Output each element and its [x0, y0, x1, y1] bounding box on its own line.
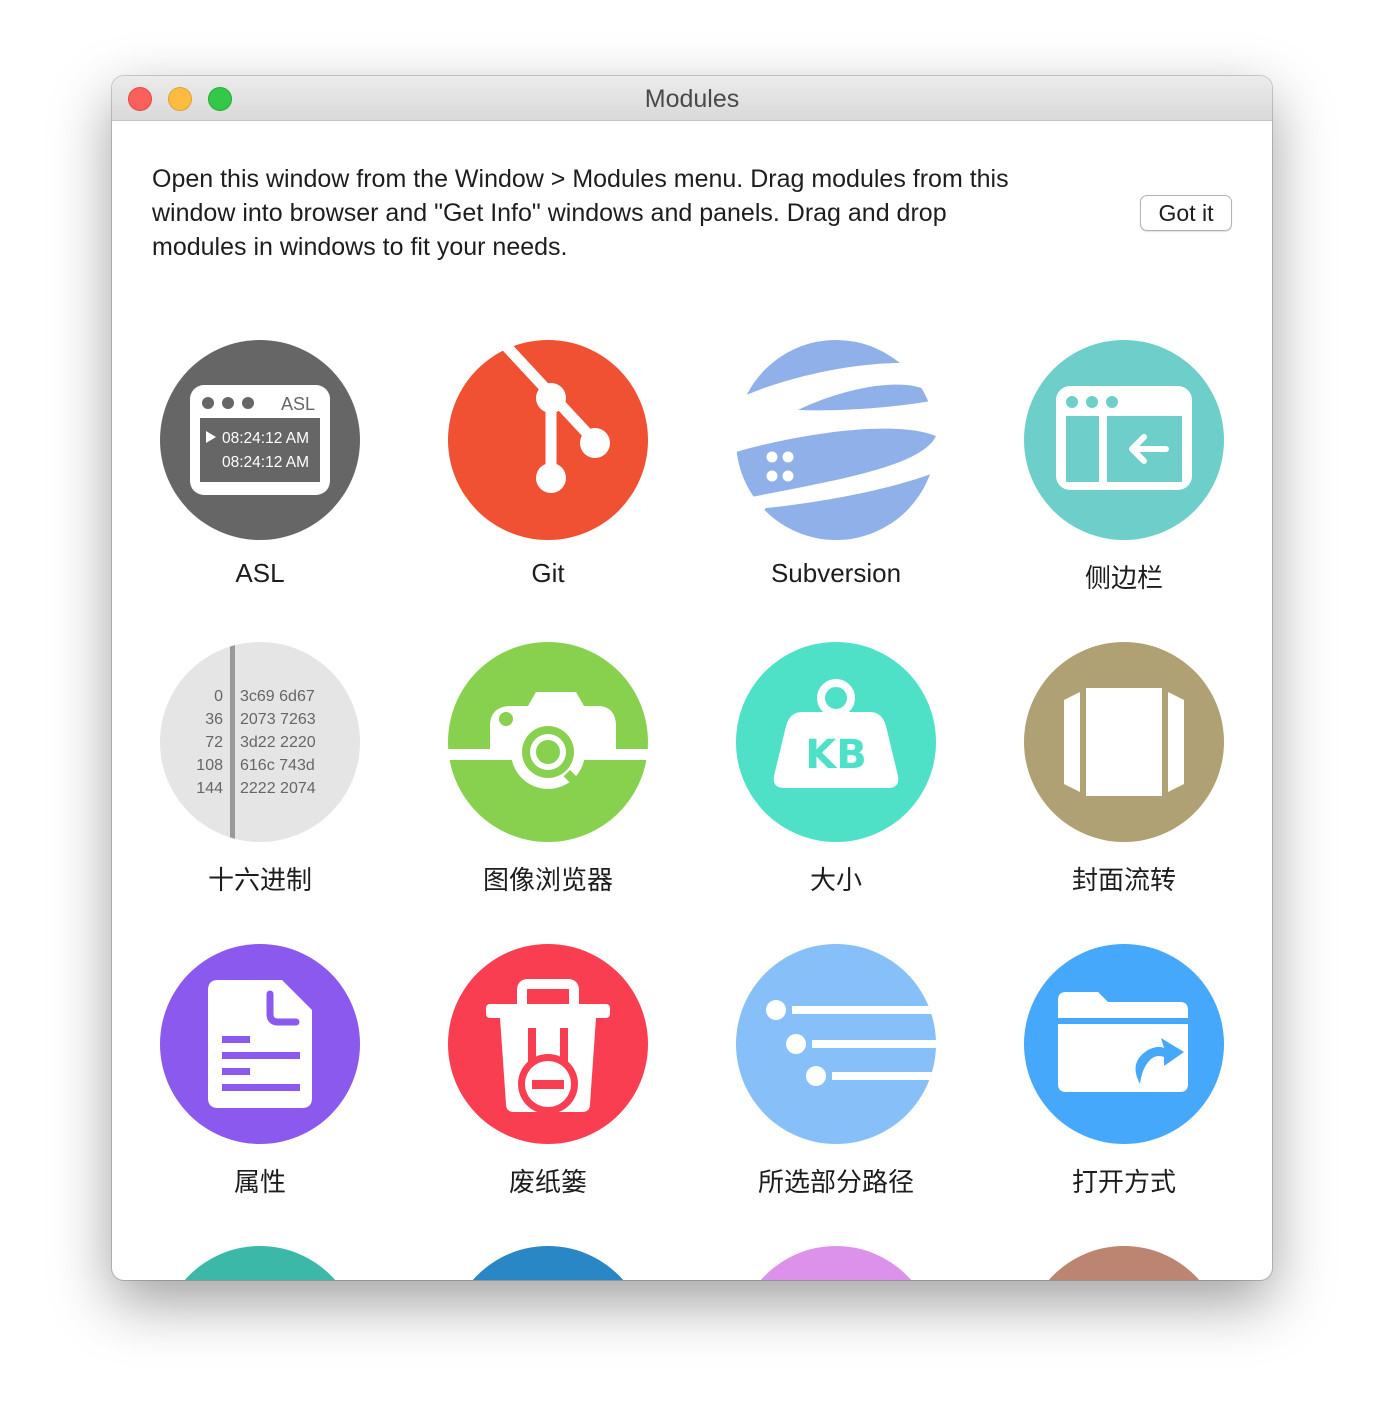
hex-bytes: 3c69 6d67: [240, 688, 315, 705]
module-label: 大小: [809, 865, 862, 895]
module-sidebar[interactable]: 侧边栏: [1014, 340, 1234, 600]
module-partial[interactable]: [1024, 1246, 1224, 1280]
modules-window: Modules Open this window from the Window…: [112, 76, 1272, 1280]
document-icon: [160, 944, 360, 1144]
module-label: 图像浏览器: [482, 865, 613, 895]
module-label: 封面流转: [1071, 865, 1176, 895]
module-size[interactable]: KB 大小: [726, 642, 946, 902]
module-cover-flow[interactable]: 封面流转: [1014, 642, 1234, 902]
coverflow-icon: [1024, 642, 1224, 842]
asl-icon: ASL 08:24:12 AM 08:24:12 AM: [160, 340, 360, 540]
asl-time: 08:24:12 AM: [222, 454, 309, 471]
hex-offset: 108: [196, 757, 223, 774]
module-partial[interactable]: [160, 1246, 360, 1280]
folder-open-icon: [1024, 944, 1224, 1144]
path-list-icon: [736, 944, 936, 1144]
hex-bytes: 2073 7263: [240, 711, 316, 728]
subversion-icon: [736, 340, 936, 540]
git-icon: [448, 340, 648, 540]
module-label: Git: [531, 558, 565, 588]
intro-line: window into browser and "Get Info" windo…: [152, 199, 947, 227]
module-path[interactable]: 所选部分路径: [726, 944, 946, 1204]
intro-line: modules in windows to fit your needs.: [152, 233, 568, 261]
intro-text: Open this window from the Window > Modul…: [152, 162, 1112, 264]
camera-icon: [448, 642, 648, 842]
asl-time: 08:24:12 AM: [222, 430, 309, 447]
weight-icon: KB: [736, 642, 936, 842]
module-partial[interactable]: [448, 1246, 648, 1280]
module-label: Subversion: [770, 558, 902, 588]
hex-bytes: 3d22 2220: [240, 734, 316, 751]
module-label: 废纸篓: [508, 1167, 587, 1197]
weight-icon-text: KB: [805, 732, 866, 778]
asl-badge: ASL: [281, 394, 315, 414]
module-hex[interactable]: 0 36 72 108 144 3c69 6d67 2073 7263 3d22…: [150, 642, 370, 902]
module-subversion[interactable]: Subversion: [726, 340, 946, 600]
module-properties[interactable]: 属性: [150, 944, 370, 1204]
module-open-with[interactable]: 打开方式: [1014, 944, 1234, 1204]
hex-icon: 0 36 72 108 144 3c69 6d67 2073 7263 3d22…: [160, 642, 360, 842]
module-label: 属性: [233, 1167, 286, 1197]
module-asl[interactable]: ASL 08:24:12 AM 08:24:12 AM ASL: [150, 340, 370, 600]
module-label: ASL: [235, 558, 285, 588]
module-trash[interactable]: 废纸篓: [438, 944, 658, 1204]
hex-offset: 36: [205, 711, 223, 728]
module-label: 侧边栏: [1084, 563, 1163, 593]
module-label: 十六进制: [207, 865, 312, 895]
module-git[interactable]: Git: [438, 340, 658, 600]
trash-icon: [448, 944, 648, 1144]
title-bar[interactable]: Modules: [112, 76, 1272, 121]
intro-line: Open this window from the Window > Modul…: [152, 165, 1009, 193]
hex-bytes: 2222 2074: [240, 780, 316, 797]
sidebar-icon: [1024, 340, 1224, 540]
hex-offset: 72: [205, 734, 223, 751]
module-label: 所选部分路径: [757, 1167, 914, 1197]
hex-offset: 0: [214, 688, 223, 705]
got-it-button[interactable]: Got it: [1140, 195, 1232, 231]
module-partial[interactable]: [736, 1246, 936, 1280]
module-label: 打开方式: [1071, 1167, 1176, 1197]
module-image-browser[interactable]: 图像浏览器: [438, 642, 658, 902]
window-title: Modules: [644, 85, 740, 113]
hex-offset: 144: [196, 780, 223, 797]
hex-bytes: 616c 743d: [240, 757, 315, 774]
